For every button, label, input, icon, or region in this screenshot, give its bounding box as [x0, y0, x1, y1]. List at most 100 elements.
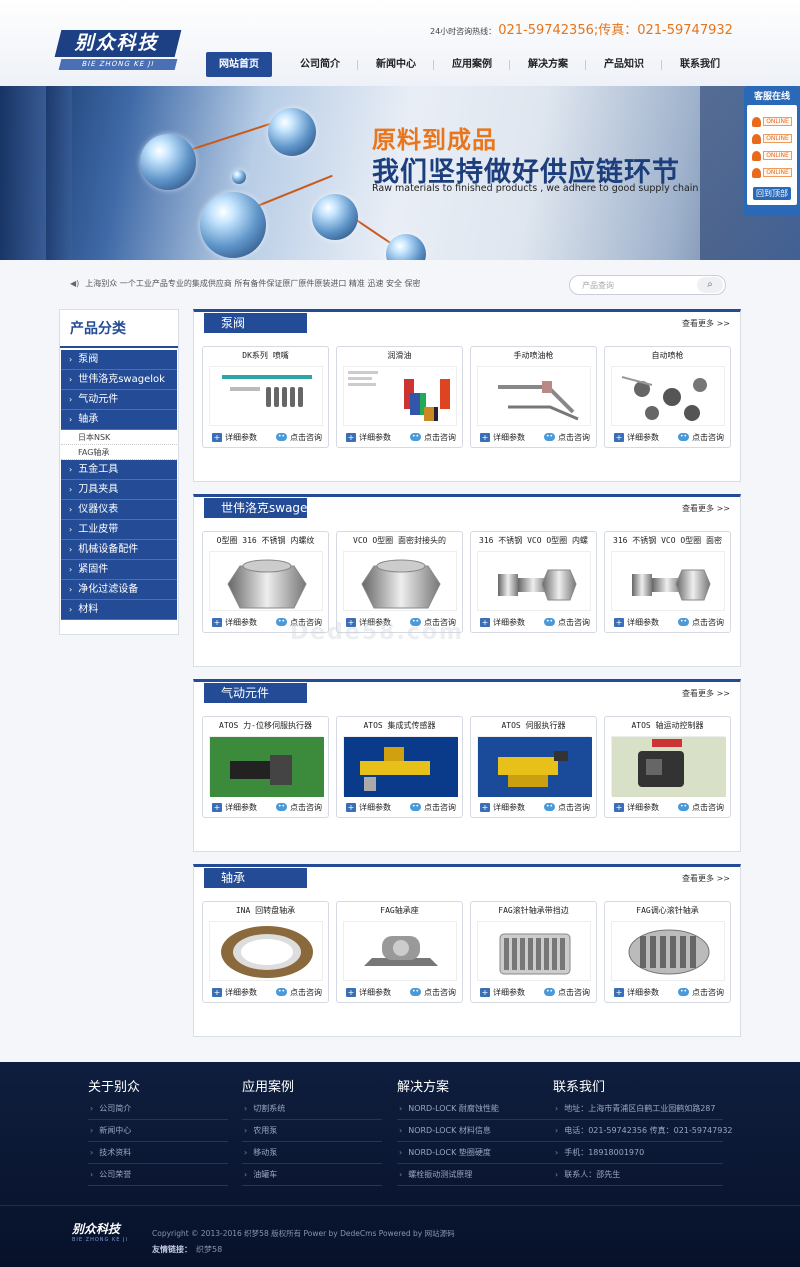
product-card[interactable]: 316 不锈钢 VCO O型圈 内螺 + 详细参数 •• 点击咨询: [470, 531, 597, 633]
product-name[interactable]: ATOS 力-位移伺服执行器: [203, 717, 328, 735]
consult-button[interactable]: •• 点击咨询: [544, 431, 590, 443]
sidebar-item[interactable]: › 气动元件: [61, 390, 177, 410]
view-more-link[interactable]: 查看更多 >>: [682, 688, 730, 699]
product-card[interactable]: FAG调心滚针轴承 + 详细参数 •• 点击咨询: [604, 901, 731, 1003]
back-to-top-button[interactable]: 回到顶部: [753, 187, 791, 200]
sidebar-item[interactable]: › 机械设备配件: [61, 540, 177, 560]
detail-button[interactable]: + 详细参数: [346, 986, 391, 998]
consult-button[interactable]: •• 点击咨询: [544, 801, 590, 813]
product-name[interactable]: 手动喷油枪: [471, 347, 596, 365]
detail-button[interactable]: + 详细参数: [212, 431, 257, 443]
product-card[interactable]: ATOS 伺服执行器 + 详细参数 •• 点击咨询: [470, 716, 597, 818]
footer-link[interactable]: › 公司简介: [88, 1098, 228, 1120]
product-image[interactable]: [611, 736, 726, 797]
product-image[interactable]: [343, 551, 457, 611]
footer-link[interactable]: › NORD-LOCK 垫圈硬度: [397, 1142, 567, 1164]
product-card[interactable]: 自动喷枪 + 详细参数 •• 点击咨询: [604, 346, 731, 448]
detail-button[interactable]: + 详细参数: [480, 986, 525, 998]
search-box[interactable]: 产品查询 ⌕: [569, 275, 726, 295]
detail-button[interactable]: + 详细参数: [480, 431, 525, 443]
product-card[interactable]: ATOS 集成式传感器 + 详细参数 •• 点击咨询: [336, 716, 463, 818]
consult-button[interactable]: •• 点击咨询: [544, 986, 590, 998]
footer-link[interactable]: › 新闻中心: [88, 1120, 228, 1142]
view-more-link[interactable]: 查看更多 >>: [682, 503, 730, 514]
sidebar-item[interactable]: › 刀具夹具: [61, 480, 177, 500]
detail-button[interactable]: + 详细参数: [346, 431, 391, 443]
nav-solutions[interactable]: 解决方案: [510, 52, 586, 77]
consult-button[interactable]: •• 点击咨询: [544, 616, 590, 628]
product-name[interactable]: O型圈 316 不锈钢 内螺纹: [203, 532, 328, 550]
product-image[interactable]: [477, 366, 591, 426]
footer-link[interactable]: › 手机：18918001970: [553, 1142, 723, 1164]
product-name[interactable]: INA 回转盘轴承: [203, 902, 328, 920]
footer-link[interactable]: › 农用泵: [242, 1120, 382, 1142]
sidebar-item[interactable]: › 轴承: [61, 410, 177, 430]
detail-button[interactable]: + 详细参数: [346, 801, 391, 813]
product-image[interactable]: [477, 921, 591, 981]
search-input[interactable]: 产品查询: [582, 280, 614, 291]
sidebar-item[interactable]: › 紧固件: [61, 560, 177, 580]
product-card[interactable]: INA 回转盘轴承 + 详细参数 •• 点击咨询: [202, 901, 329, 1003]
sidebar-item[interactable]: › 工业皮带: [61, 520, 177, 540]
nav-knowledge[interactable]: 产品知识: [586, 52, 662, 77]
product-name[interactable]: VCO O型圈 面密封接头的: [337, 532, 462, 550]
product-card[interactable]: FAG轴承座 + 详细参数 •• 点击咨询: [336, 901, 463, 1003]
sidebar-item[interactable]: › 仪器仪表: [61, 500, 177, 520]
consult-button[interactable]: •• 点击咨询: [410, 431, 456, 443]
product-card[interactable]: FAG滚针轴承带挡边 + 详细参数 •• 点击咨询: [470, 901, 597, 1003]
product-image[interactable]: [343, 366, 457, 426]
friend-link[interactable]: 织梦58: [196, 1245, 222, 1254]
product-image[interactable]: [209, 551, 323, 611]
footer-link[interactable]: › 油罐车: [242, 1164, 382, 1186]
qq-online-button[interactable]: ONLINE: [747, 113, 797, 130]
product-name[interactable]: 润滑油: [337, 347, 462, 365]
footer-link[interactable]: › 地址：上海市青浦区白鹤工业园鹤如路287: [553, 1098, 723, 1120]
product-image[interactable]: [611, 366, 725, 426]
product-name[interactable]: DK系列 喷嘴: [203, 347, 328, 365]
sidebar-item[interactable]: › 净化过滤设备: [61, 580, 177, 600]
detail-button[interactable]: + 详细参数: [614, 986, 659, 998]
product-image[interactable]: [343, 736, 458, 797]
sidebar-item[interactable]: › 泵阀: [61, 350, 177, 370]
nav-about[interactable]: 公司简介: [282, 52, 358, 77]
nav-news[interactable]: 新闻中心: [358, 52, 434, 77]
product-card[interactable]: O型圈 316 不锈钢 内螺纹 + 详细参数 •• 点击咨询: [202, 531, 329, 633]
footer-link[interactable]: › 螺栓振动测试原理: [397, 1164, 567, 1186]
consult-button[interactable]: •• 点击咨询: [678, 616, 724, 628]
product-image[interactable]: [477, 736, 592, 797]
consult-button[interactable]: •• 点击咨询: [276, 986, 322, 998]
product-card[interactable]: 手动喷油枪 + 详细参数 •• 点击咨询: [470, 346, 597, 448]
product-name[interactable]: 316 不锈钢 VCO O型圈 面密: [605, 532, 730, 550]
product-image[interactable]: [209, 736, 324, 797]
consult-button[interactable]: •• 点击咨询: [410, 801, 456, 813]
consult-button[interactable]: •• 点击咨询: [276, 801, 322, 813]
nav-contact[interactable]: 联系我们: [662, 52, 738, 77]
sidebar-item[interactable]: › 世伟洛克swagelok: [61, 370, 177, 390]
detail-button[interactable]: + 详细参数: [480, 801, 525, 813]
consult-button[interactable]: •• 点击咨询: [678, 986, 724, 998]
product-name[interactable]: FAG轴承座: [337, 902, 462, 920]
product-name[interactable]: 自动喷枪: [605, 347, 730, 365]
product-card[interactable]: DK系列 喷嘴 + 详细参数 •• 点击咨询: [202, 346, 329, 448]
product-name[interactable]: ATOS 轴运动控制器: [605, 717, 730, 735]
footer-link[interactable]: › 切割系统: [242, 1098, 382, 1120]
footer-link[interactable]: › 移动泵: [242, 1142, 382, 1164]
product-name[interactable]: 316 不锈钢 VCO O型圈 内螺: [471, 532, 596, 550]
product-image[interactable]: [477, 551, 591, 611]
product-card[interactable]: 润滑油 + 详细参数 •• 点击咨询: [336, 346, 463, 448]
search-button[interactable]: ⌕: [697, 277, 723, 293]
qq-online-button[interactable]: ONLINE: [747, 164, 797, 181]
product-card[interactable]: 316 不锈钢 VCO O型圈 面密 + 详细参数 •• 点击咨询: [604, 531, 731, 633]
sidebar-item[interactable]: › 五金工具: [61, 460, 177, 480]
product-image[interactable]: [343, 921, 457, 981]
footer-link[interactable]: › 技术资料: [88, 1142, 228, 1164]
product-name[interactable]: ATOS 集成式传感器: [337, 717, 462, 735]
product-image[interactable]: [611, 921, 725, 981]
product-card[interactable]: ATOS 轴运动控制器 + 详细参数 •• 点击咨询: [604, 716, 731, 818]
detail-button[interactable]: + 详细参数: [212, 616, 257, 628]
nav-home[interactable]: 网站首页: [206, 52, 272, 77]
detail-button[interactable]: + 详细参数: [480, 616, 525, 628]
product-name[interactable]: ATOS 伺服执行器: [471, 717, 596, 735]
footer-link[interactable]: › 联系人：邵先生: [553, 1164, 723, 1186]
detail-button[interactable]: + 详细参数: [212, 986, 257, 998]
